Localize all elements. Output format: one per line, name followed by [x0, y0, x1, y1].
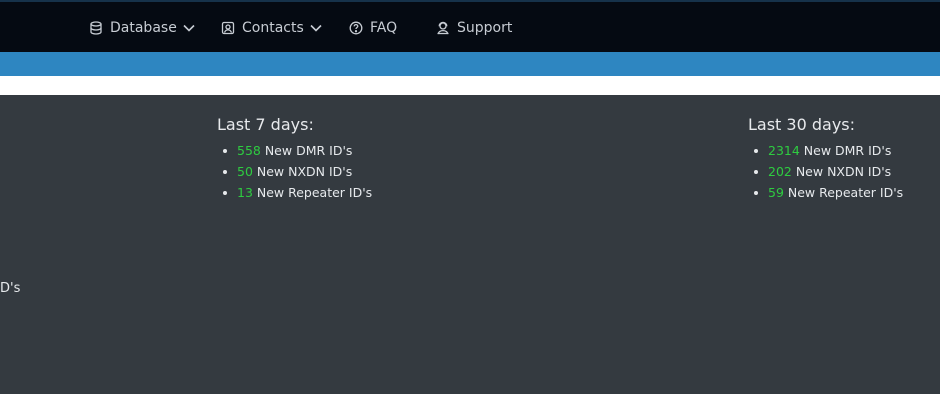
- stats-last-30-days: Last 30 days: 2314 New DMR ID's 202 New …: [748, 114, 903, 203]
- stats-title: Last 30 days:: [748, 115, 856, 134]
- divider-strip: [0, 76, 940, 95]
- bullet-icon: [754, 170, 758, 174]
- list-item: 59 New Repeater ID's: [748, 182, 903, 203]
- clipped-stat-text: D's: [0, 281, 21, 296]
- nav-faq-label: FAQ: [370, 20, 398, 36]
- list-item: 2314 New DMR ID's: [748, 140, 903, 161]
- chevron-down-icon: [183, 24, 195, 32]
- stat-label: New DMR ID's: [260, 143, 353, 158]
- stats-last-7-days: Last 7 days: 558 New DMR ID's 50 New NXD…: [217, 114, 372, 203]
- stats-list: 2314 New DMR ID's 202 New NXDN ID's 59 N…: [748, 140, 903, 203]
- bullet-icon: [223, 149, 227, 153]
- stat-count: 558: [237, 143, 261, 158]
- stats-panel: Last 7 days: 558 New DMR ID's 50 New NXD…: [0, 95, 940, 394]
- stat-count: 13: [237, 185, 253, 200]
- nav-faq[interactable]: FAQ: [349, 17, 397, 39]
- footer-strip: [0, 394, 940, 400]
- stat-label: New DMR ID's: [799, 143, 892, 158]
- nav-contacts[interactable]: Contacts: [221, 17, 322, 39]
- accent-bar: [0, 52, 940, 76]
- bullet-icon: [223, 170, 227, 174]
- list-item: 13 New Repeater ID's: [217, 182, 372, 203]
- stat-count: 59: [768, 185, 784, 200]
- list-item: 50 New NXDN ID's: [217, 161, 372, 182]
- bullet-icon: [223, 191, 227, 195]
- list-item: 558 New DMR ID's: [217, 140, 372, 161]
- list-item: 202 New NXDN ID's: [748, 161, 903, 182]
- nav-database-label: Database: [110, 20, 177, 36]
- stat-count: 50: [237, 164, 253, 179]
- stat-label: New NXDN ID's: [252, 164, 353, 179]
- stat-label: New NXDN ID's: [791, 164, 892, 179]
- nav-contacts-label: Contacts: [242, 20, 304, 36]
- stats-title: Last 7 days:: [217, 115, 314, 134]
- chevron-down-icon: [310, 24, 322, 32]
- nav-support[interactable]: Support: [436, 17, 512, 39]
- stats-list: 558 New DMR ID's 50 New NXDN ID's 13 New…: [217, 140, 372, 203]
- stat-label: New Repeater ID's: [252, 185, 373, 200]
- nav-database[interactable]: Database: [89, 17, 195, 39]
- nav-support-label: Support: [457, 20, 513, 36]
- stat-count: 202: [768, 164, 792, 179]
- database-icon: [89, 21, 103, 35]
- bullet-icon: [754, 191, 758, 195]
- stat-count: 2314: [768, 143, 800, 158]
- top-navbar: Database Contacts FAQ Support: [0, 0, 940, 52]
- bullet-icon: [754, 149, 758, 153]
- stat-label: New Repeater ID's: [783, 185, 904, 200]
- contacts-icon: [221, 21, 235, 35]
- support-icon: [436, 21, 450, 35]
- help-circle-icon: [349, 21, 363, 35]
